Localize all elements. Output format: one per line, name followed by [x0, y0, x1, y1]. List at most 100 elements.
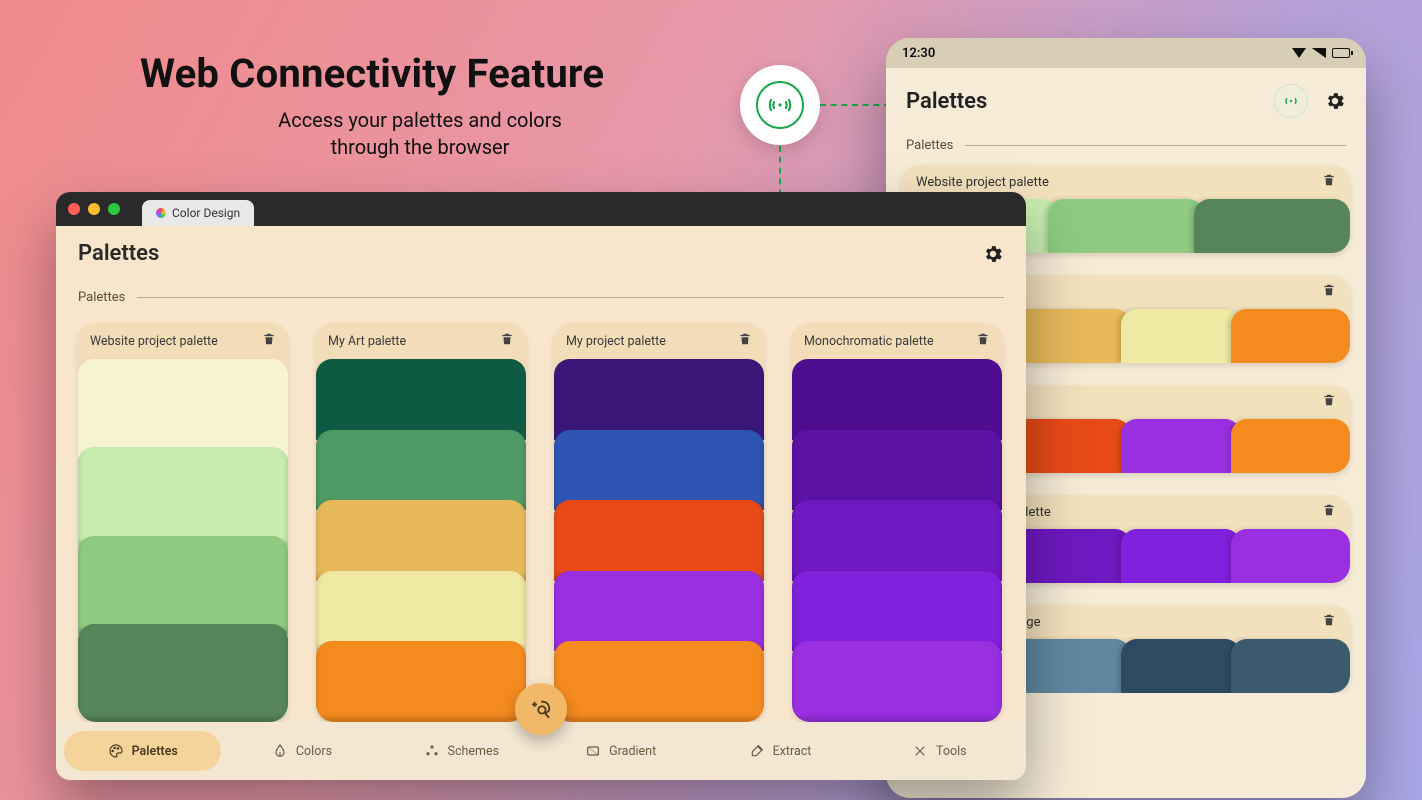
palette-card[interactable]: Monochromatic palette — [792, 323, 1002, 722]
connectivity-status-icon[interactable] — [1274, 84, 1308, 118]
color-swatch[interactable] — [1048, 199, 1204, 253]
app-header: Palettes — [56, 226, 1026, 282]
browser-titlebar: Color Design — [56, 192, 1026, 226]
delete-palette-button[interactable] — [738, 332, 752, 350]
color-swatch[interactable] — [1121, 309, 1241, 363]
palette-name: Monochromatic palette — [804, 334, 934, 349]
swatch-stack — [316, 359, 526, 722]
color-swatch[interactable] — [554, 571, 764, 652]
color-swatch[interactable] — [78, 447, 288, 545]
delete-palette-button[interactable] — [1322, 393, 1336, 411]
nav-item-extract[interactable]: Extract — [701, 731, 858, 771]
color-swatch[interactable] — [792, 359, 1002, 440]
color-swatch[interactable] — [1231, 529, 1351, 583]
palette-name: Website project palette — [916, 175, 1049, 190]
color-swatch[interactable] — [792, 500, 1002, 581]
window-zoom-icon[interactable] — [108, 203, 120, 215]
phone-section-label-text: Palettes — [906, 138, 953, 153]
color-swatch[interactable] — [1012, 419, 1132, 473]
color-swatch[interactable] — [1012, 529, 1132, 583]
window-minimize-icon[interactable] — [88, 203, 100, 215]
delete-palette-button[interactable] — [1322, 173, 1336, 191]
color-swatch[interactable] — [792, 641, 1002, 722]
divider — [137, 297, 1004, 298]
marketing-headline: Web Connectivity Feature Access your pal… — [140, 50, 700, 161]
section-label-text: Palettes — [78, 290, 125, 305]
color-swatch[interactable] — [792, 571, 1002, 652]
add-palette-button[interactable] — [515, 683, 567, 735]
tab-favicon-icon — [156, 208, 166, 218]
color-swatch[interactable] — [554, 500, 764, 581]
swatch-stack — [554, 359, 764, 722]
color-swatch[interactable] — [554, 359, 764, 440]
nav-item-tools[interactable]: Tools — [861, 731, 1018, 771]
color-swatch[interactable] — [1121, 419, 1241, 473]
color-swatch[interactable] — [1012, 309, 1132, 363]
color-swatch[interactable] — [554, 430, 764, 511]
browser-tab[interactable]: Color Design — [142, 200, 254, 226]
color-swatch[interactable] — [1231, 309, 1351, 363]
color-swatch[interactable] — [78, 359, 288, 457]
delete-palette-button[interactable] — [1322, 283, 1336, 301]
phone-status-bar: 12:30 — [886, 38, 1366, 68]
color-swatch[interactable] — [316, 500, 526, 581]
nav-item-schemes[interactable]: Schemes — [383, 731, 540, 771]
headline-title: Web Connectivity Feature — [140, 50, 700, 97]
app-header-title: Palettes — [78, 241, 159, 266]
color-swatch[interactable] — [1231, 419, 1351, 473]
phone-app-header: Palettes — [886, 68, 1366, 134]
settings-icon[interactable] — [1324, 90, 1346, 112]
connectivity-hub-icon — [740, 65, 820, 145]
color-swatch[interactable] — [316, 430, 526, 511]
phone-clock: 12:30 — [902, 46, 935, 61]
phone-status-icons — [1292, 48, 1350, 58]
signal-icon — [1312, 48, 1326, 58]
tab-title: Color Design — [172, 206, 240, 220]
nav-label: Gradient — [609, 744, 656, 759]
color-swatch[interactable] — [1194, 199, 1350, 253]
color-swatch[interactable] — [78, 536, 288, 634]
delete-palette-button[interactable] — [500, 332, 514, 350]
palette-card-header: My project palette — [554, 323, 764, 359]
swatch-stack — [78, 359, 288, 722]
color-swatch[interactable] — [1012, 639, 1132, 693]
phone-section-label: Palettes — [886, 134, 1366, 159]
delete-palette-button[interactable] — [262, 332, 276, 350]
palette-card[interactable]: My Art palette — [316, 323, 526, 722]
palette-card[interactable]: Website project palette — [78, 323, 288, 722]
nav-label: Schemes — [448, 744, 500, 759]
color-swatch[interactable] — [1231, 639, 1351, 693]
delete-palette-button[interactable] — [1322, 503, 1336, 521]
color-swatch[interactable] — [316, 641, 526, 722]
palette-card-header: Website project palette — [78, 323, 288, 359]
battery-icon — [1332, 48, 1350, 58]
color-swatch[interactable] — [1121, 639, 1241, 693]
nav-item-palettes[interactable]: Palettes — [64, 731, 221, 771]
window-close-icon[interactable] — [68, 203, 80, 215]
color-swatch[interactable] — [316, 571, 526, 652]
browser-window: Color Design Palettes Palettes Website p… — [56, 192, 1026, 780]
palette-grid: Website project palette My Art palette My … — [56, 309, 1026, 722]
divider — [965, 145, 1346, 146]
connector-line — [820, 104, 890, 106]
palette-name: My project palette — [566, 334, 666, 349]
nav-item-colors[interactable]: Colors — [223, 731, 380, 771]
nav-item-gradient[interactable]: Gradient — [542, 731, 699, 771]
color-swatch[interactable] — [1121, 529, 1241, 583]
palette-name: My Art palette — [328, 334, 406, 349]
delete-palette-button[interactable] — [976, 332, 990, 350]
palette-card[interactable]: My project palette — [554, 323, 764, 722]
color-swatch[interactable] — [78, 624, 288, 722]
delete-palette-button[interactable] — [1322, 613, 1336, 631]
color-swatch[interactable] — [316, 359, 526, 440]
settings-icon[interactable] — [982, 243, 1004, 265]
swatch-stack — [792, 359, 1002, 722]
nav-label: Colors — [296, 744, 332, 759]
phone-header-title: Palettes — [906, 89, 987, 114]
wifi-icon — [1292, 48, 1306, 58]
nav-label: Extract — [773, 744, 812, 759]
color-swatch[interactable] — [554, 641, 764, 722]
palette-name: Website project palette — [90, 334, 218, 349]
color-swatch[interactable] — [792, 430, 1002, 511]
palette-card-header: My Art palette — [316, 323, 526, 359]
